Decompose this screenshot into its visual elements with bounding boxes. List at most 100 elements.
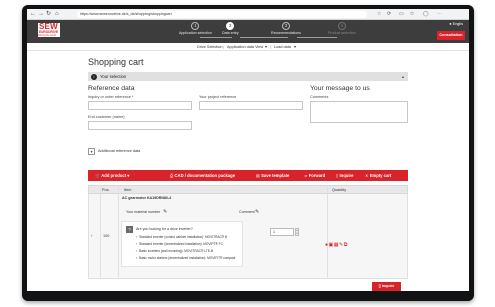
tabs-icon[interactable]: ▭ [399,10,404,19]
column-divider [118,185,119,279]
language-selector[interactable]: ● Englis [449,22,463,27]
quantity-input[interactable]: 1 [270,228,294,236]
step-label: Recommendations [271,31,301,35]
table-row: AC gearmotor KA19DRN80-4 Your material n… [88,194,408,279]
configure-icon[interactable]: ▦ [334,242,339,248]
inverter-option-link[interactable]: › Standard inverter (control cabinet inst… [136,235,227,240]
profile-icon[interactable]: ◯ [423,10,429,19]
product-name: AC gearmotor KA19DRN80-4 [122,196,172,200]
step-number: 3 [281,22,290,30]
chevron-down-icon[interactable]: ▾ [265,43,267,51]
column-divider [327,185,328,279]
column-quantity: Quantity [332,188,347,192]
expand-row-icon[interactable]: › [91,233,93,239]
empty-cart-button[interactable]: ✕ Empty cart [365,170,391,181]
app-header: 1 Application selection 2 Data entry 3 R… [27,20,469,43]
inquiry-label: Inquiry or order reference * [88,95,134,99]
empty-cart-label: Empty cart [369,173,392,178]
forward-button[interactable]: ⇒ Forward [304,170,325,181]
language-label: Englis [452,22,463,26]
comments-label: Comments [310,95,329,99]
inquire-toolbar-button[interactable]: ▯ Inquire [336,170,353,181]
column-divider [100,185,101,279]
cad-icon: ⎙ [170,173,174,178]
back-icon[interactable]: ← [30,10,36,19]
monitor-frame: ← → ↻ ⌂ https://www.seweurodrive.de/s_de… [0,0,495,307]
save-template-button[interactable]: ▤ Save template [256,170,289,181]
chevron-down-icon: ▾ [88,148,95,155]
step-application-selection[interactable]: 1 Application selection [179,22,212,36]
inverter-option-link[interactable]: › Basic motor starters (decentralized ins… [136,256,235,261]
star-icon[interactable]: ☆ [377,10,381,19]
your-selection-bar[interactable]: i Your selection ▴ [88,72,408,81]
user-icon: ● [449,22,452,26]
step-connector [297,37,337,38]
step-number: 4 [337,22,346,30]
add-product-label: Add product [101,173,127,178]
step-data-entry[interactable]: 2 Data entry [222,22,239,36]
inquire-label: Inquire [339,173,354,178]
reload-icon[interactable]: ↻ [46,10,51,19]
info-icon: i [91,73,97,80]
inverter-question: Are you looking for a drive inverter? [136,227,193,231]
additional-reference-label: Additional reference data [98,149,141,153]
spin-arrows-icon[interactable]: ▴ ▾ [295,228,299,236]
forward-icon: ⇒ [304,173,308,178]
selection-label: Your selection [100,74,127,79]
cart-icon: 🛒 [95,173,101,178]
step-connector [240,37,288,38]
step-recommendations[interactable]: 3 Recommendations [271,22,301,36]
comment-label: Comment [239,210,255,214]
subnav-load-data[interactable]: Load data [274,43,291,51]
consultation-button[interactable]: Consultation [437,31,465,40]
copy-icon[interactable]: ⧉ [344,242,348,248]
logo-tagline: Driving the world [38,34,56,37]
add-product-button[interactable]: 🛒 Add product ▾ [95,170,129,181]
inverter-suggestion-box: ? Are you looking for a drive inverter? … [121,221,243,267]
document-icon[interactable]: ▣ [329,242,334,248]
subnav-separator: | [223,45,224,49]
edit-icon[interactable]: ✎ [339,242,343,248]
forward-icon[interactable]: → [38,10,44,19]
sew-logo[interactable]: SEW EURODRIVE Driving the world [38,23,60,37]
cad-label: CAD / documentation package [174,173,236,178]
edit-comment-icon[interactable]: ✎ [255,210,259,215]
column-pos: Pos. [102,188,110,192]
step-connector [200,37,232,38]
arrow-right-icon: › [136,235,138,239]
inquiry-reference-input[interactable] [88,101,192,110]
inquire-button[interactable]: ▯ Inquire [372,282,401,291]
column-item: Item [124,188,132,192]
edit-material-icon[interactable]: ✎ [163,210,167,215]
home-icon[interactable]: ⌂ [55,10,59,19]
option-label: Standard inverter (control cabinet insta… [139,235,228,239]
project-reference-input[interactable] [199,101,303,110]
favorites-icon[interactable]: ✩ [410,10,414,19]
chevron-down-icon[interactable]: ▾ [294,43,296,51]
inquire-button-label: Inquire [381,284,395,288]
position-number: 100 [103,234,110,238]
comments-textarea[interactable] [310,101,408,123]
menu-icon[interactable]: ⋯ [437,10,442,19]
document-icon: ▯ [378,284,381,288]
forward-label: Forward [308,173,326,178]
option-label: Standard inverter (decentralized install… [139,242,223,246]
inverter-option-link[interactable]: › Basic inverters (wall mounting): MOVITR… [136,249,213,254]
document-icon: ▯ [336,173,339,178]
main-content: Shopping cart i Your selection ▴ Referen… [27,52,469,291]
inverter-option-link[interactable]: › Standard inverter (decentralized instal… [136,242,223,247]
refresh-icon[interactable]: ⟳ [387,10,391,19]
subnav-application-data[interactable]: Application data View [227,43,263,51]
chevron-down-icon: ▾ [127,173,130,178]
screen: ← → ↻ ⌂ https://www.seweurodrive.de/s_de… [27,9,469,291]
cart-toolbar: 🛒 Add product ▾ ⎙ CAD / documentation pa… [88,170,408,181]
step-number: 2 [226,22,235,30]
page-title: Shopping cart [88,57,144,67]
address-bar[interactable]: https://www.seweurodrive.de/s_de/shoppin… [77,11,367,18]
subnav-drive-selection[interactable]: Drive Selection [197,43,223,51]
row-actions: ●▣▦✎⧉ [325,233,348,251]
question-icon: ? [126,226,133,233]
step-product-selection[interactable]: 4 Product selection [328,22,356,36]
end-customer-input[interactable] [88,121,192,130]
cad-package-button[interactable]: ⎙ CAD / documentation package [170,170,235,181]
